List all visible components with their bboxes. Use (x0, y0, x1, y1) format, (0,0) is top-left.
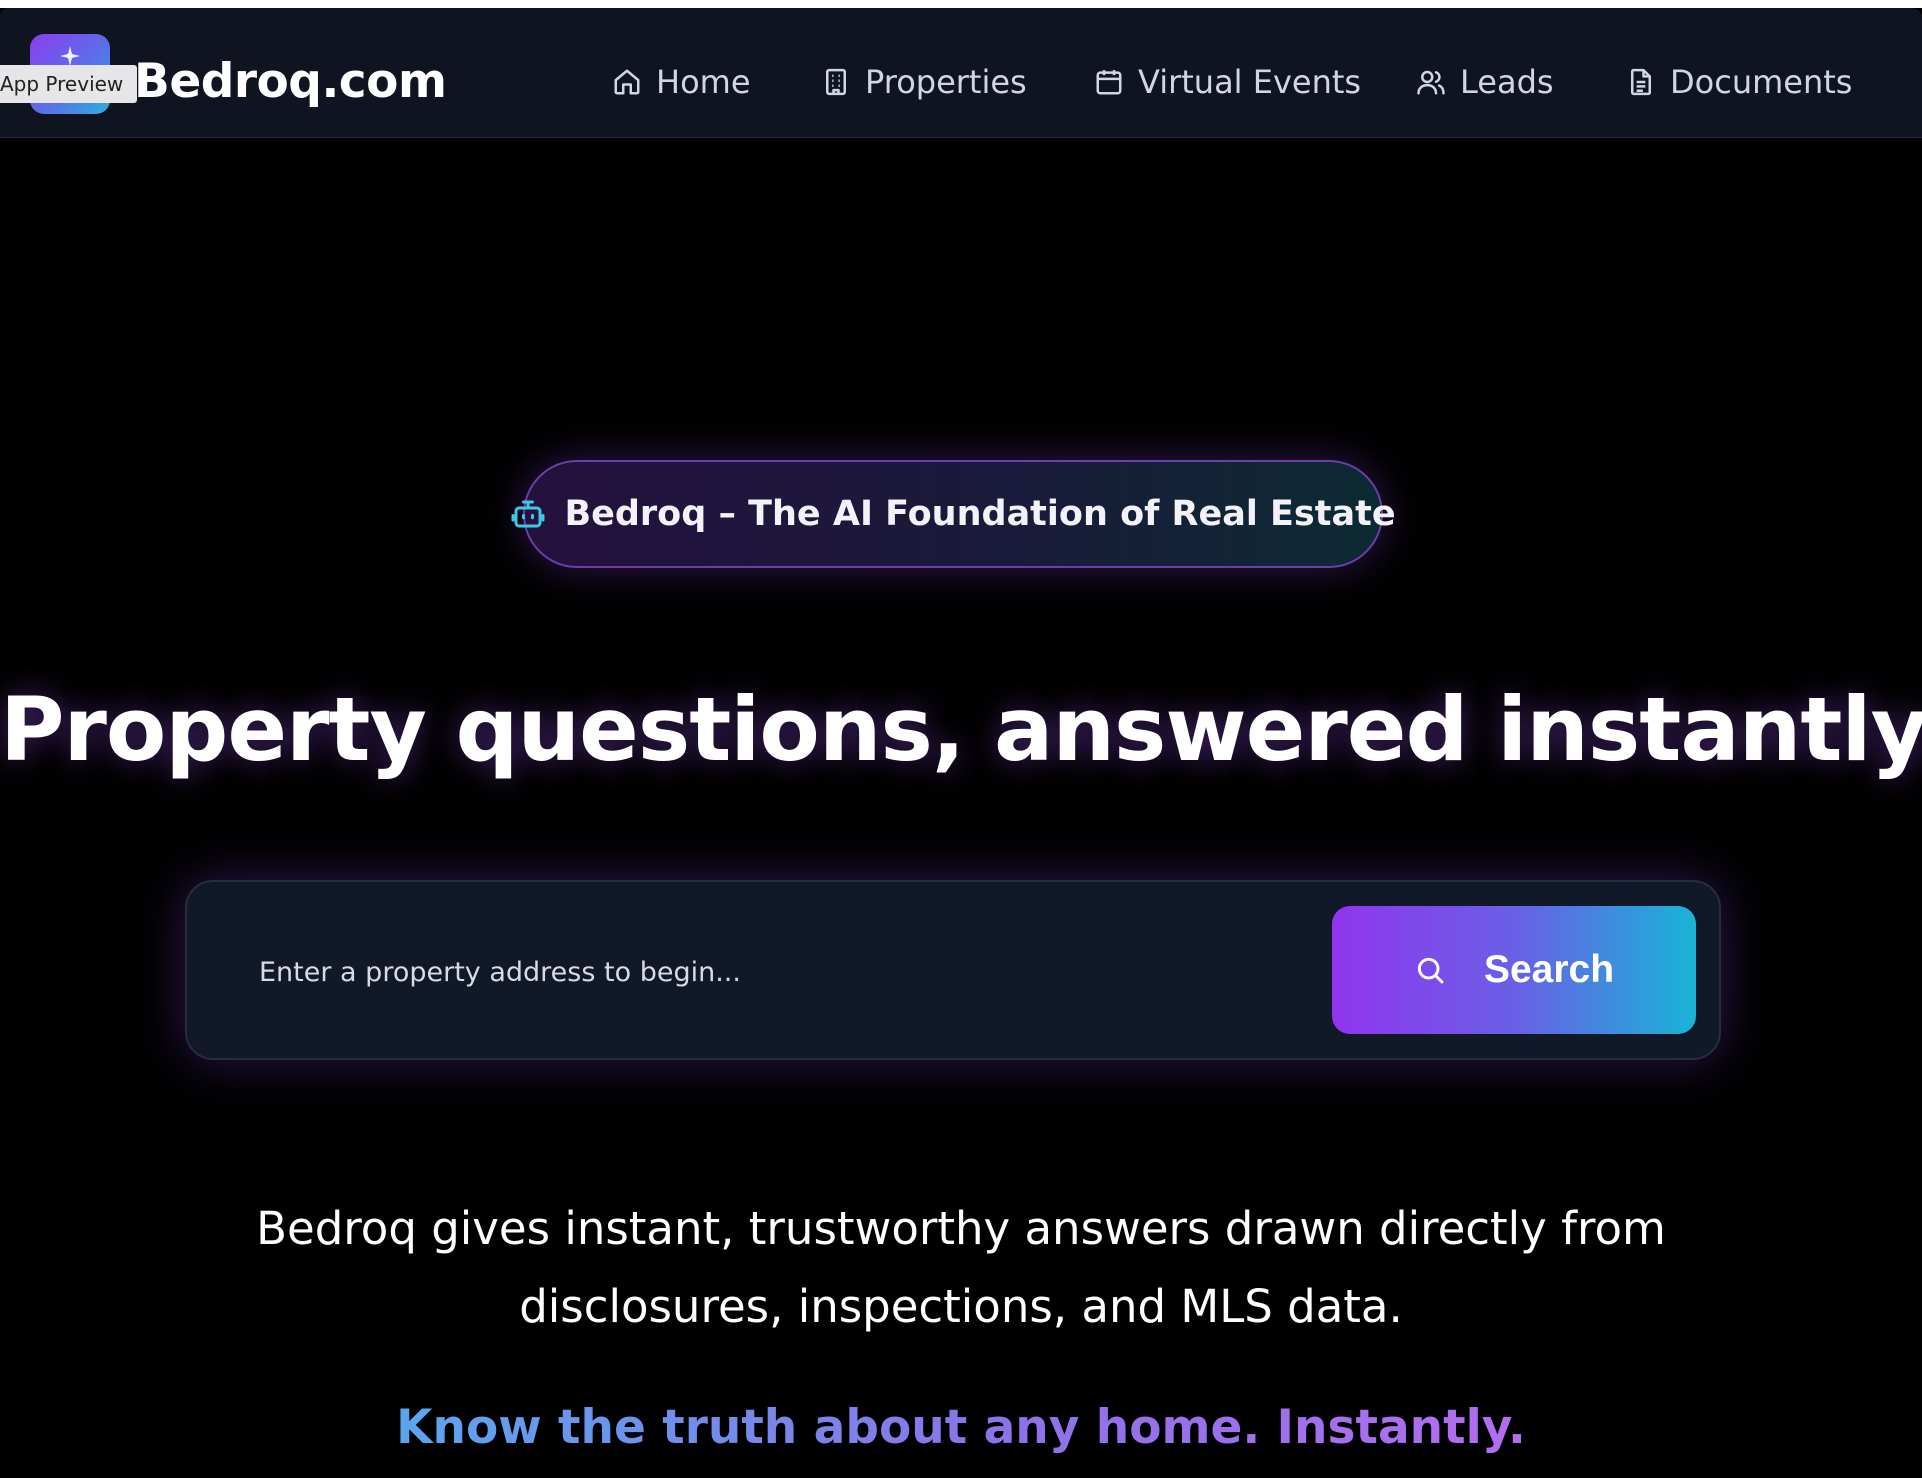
hero-headline: Property questions, answered instantly. (0, 678, 1922, 781)
hero-badge-text: Bedroq – The AI Foundation of Real Estat… (564, 494, 1396, 534)
nav-item-leads[interactable]: Leads (1416, 60, 1554, 104)
nav-item-label: Leads (1460, 63, 1554, 101)
nav-item-documents[interactable]: Documents (1626, 60, 1852, 104)
nav-item-properties[interactable]: Properties (821, 60, 1027, 104)
nav-item-label: Properties (865, 63, 1027, 101)
robot-icon (511, 500, 545, 528)
top-navbar: App Preview Bedroq.com Home Properties V… (0, 8, 1922, 138)
hero-tagline: Know the truth about any home. Instantly… (0, 1395, 1922, 1461)
hero-badge: Bedroq – The AI Foundation of Real Estat… (511, 460, 1396, 568)
users-icon (1417, 70, 1445, 95)
document-icon (1631, 68, 1651, 96)
address-search-panel: Search (185, 880, 1721, 1060)
search-icon (1417, 957, 1444, 984)
home-icon (614, 69, 640, 95)
nav-item-label: Documents (1670, 63, 1853, 101)
search-button[interactable]: Search (1332, 906, 1696, 1034)
calendar-icon (1096, 70, 1122, 95)
search-button-label: Search (1483, 948, 1615, 991)
nav-item-home[interactable]: Home (612, 60, 751, 104)
hero-tagline-text: Know the truth about any home. Instantly… (396, 1400, 1526, 1455)
building-icon (826, 68, 846, 96)
main-nav: Home Properties Virtual Events Leads Doc… (0, 60, 1922, 104)
address-search-input[interactable] (227, 922, 1477, 1022)
hero-description: Bedroq gives instant, trustworthy answer… (256, 1202, 1666, 1333)
nav-item-label: Virtual Events (1138, 63, 1362, 101)
nav-item-label: Home (656, 63, 751, 101)
nav-item-virtual-events[interactable]: Virtual Events (1094, 60, 1361, 104)
window-top-edge (0, 0, 1922, 8)
